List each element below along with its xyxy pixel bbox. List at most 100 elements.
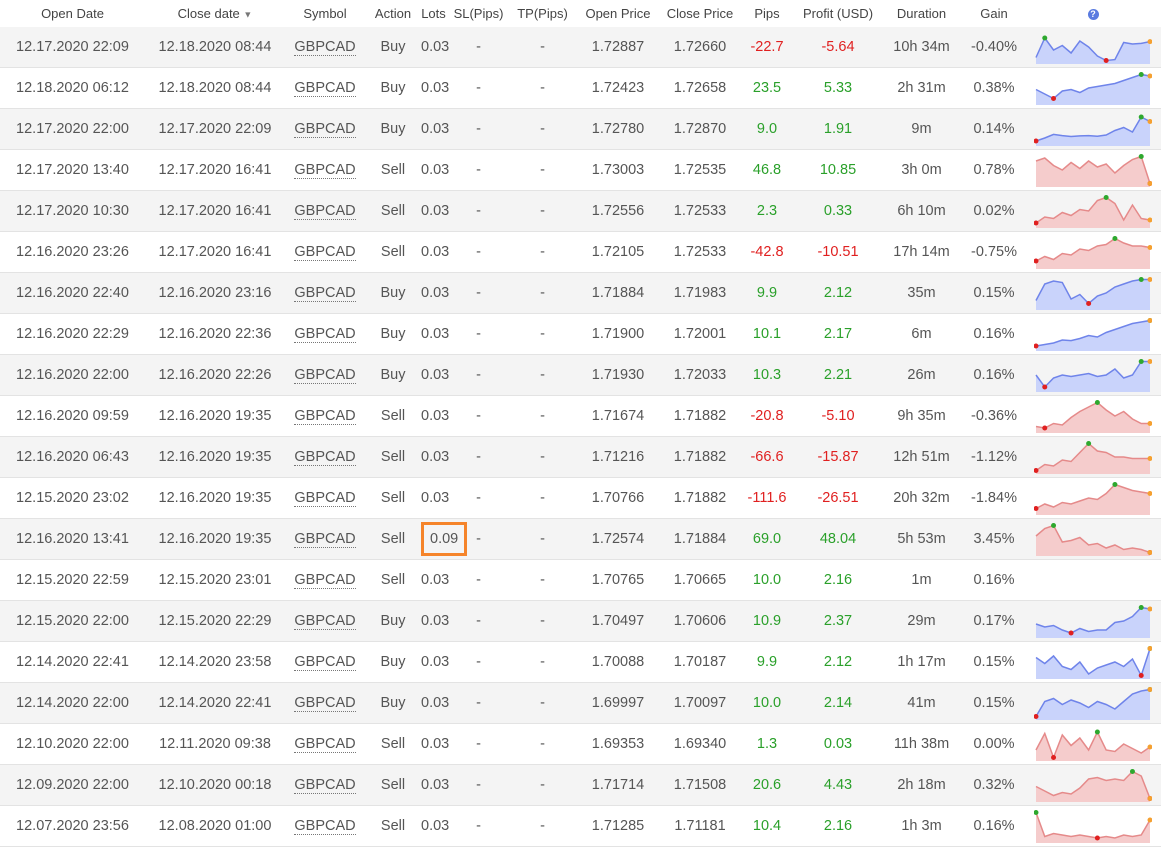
col-pips[interactable]: Pips <box>738 0 796 27</box>
table-row[interactable]: 12.16.2020 13:41 12.16.2020 19:35 GBPCAD Se… <box>0 518 1161 560</box>
profit-cell: 1.91 <box>796 108 880 150</box>
symbol-link[interactable]: GBPCAD <box>294 244 356 261</box>
table-row[interactable]: 12.18.2020 06:12 12.18.2020 08:44 GBPCAD Bu… <box>0 67 1161 109</box>
symbol-link[interactable]: GBPCAD <box>294 490 356 507</box>
close-price-cell: 1.71508 <box>662 764 738 806</box>
col-sl[interactable]: SL(Pips) <box>446 0 511 27</box>
symbol-link[interactable]: GBPCAD <box>294 654 356 671</box>
close-price-cell: 1.70187 <box>662 641 738 683</box>
symbol-link[interactable]: GBPCAD <box>294 408 356 425</box>
sparkline-high-marker <box>1051 523 1057 528</box>
question-circle-icon[interactable]: ? <box>1087 9 1099 21</box>
sparkline-area <box>1036 361 1150 392</box>
table-row[interactable]: 12.14.2020 22:00 12.14.2020 22:41 GBPCAD Bu… <box>0 682 1161 724</box>
lots-value: 0.03 <box>421 818 450 834</box>
table-row[interactable]: 12.17.2020 22:09 12.18.2020 08:44 GBPCAD Bu… <box>0 27 1161 68</box>
open-price-cell: 1.70497 <box>574 600 662 642</box>
col-profit[interactable]: Profit (USD) <box>796 0 880 27</box>
col-close-price[interactable]: Close Price <box>662 0 738 27</box>
gain-cell: 0.38% <box>963 67 1025 109</box>
profit-value: 1.91 <box>823 121 853 137</box>
symbol-link[interactable]: GBPCAD <box>294 736 356 753</box>
symbol-link[interactable]: GBPCAD <box>294 285 356 302</box>
sl-value: - <box>476 203 481 219</box>
table-row[interactable]: 12.15.2020 23:02 12.16.2020 19:35 GBPCAD Se… <box>0 477 1161 519</box>
duration-value: 3h 0m <box>901 162 942 178</box>
symbol-link[interactable]: GBPCAD <box>294 449 356 466</box>
symbol-link[interactable]: GBPCAD <box>294 39 356 56</box>
lots-cell: 0.03 <box>421 805 450 847</box>
profit-value: -5.64 <box>821 39 855 55</box>
trade-history-table: Open Date Close date ▼ Symbol Action Lot… <box>0 0 1161 847</box>
duration-cell: 9m <box>880 108 963 150</box>
lots-value: 0.03 <box>421 408 450 424</box>
action-value: Buy <box>380 654 406 670</box>
table-body: 12.17.2020 22:09 12.18.2020 08:44 GBPCAD Bu… <box>0 27 1161 847</box>
symbol-link[interactable]: GBPCAD <box>294 121 356 138</box>
gain-cell: 0.02% <box>963 190 1025 232</box>
close-price-value: 1.72660 <box>673 39 727 55</box>
symbol-link[interactable]: GBPCAD <box>294 326 356 343</box>
sl-cell: - <box>446 231 511 273</box>
col-open-price[interactable]: Open Price <box>574 0 662 27</box>
sl-cell: - <box>446 805 511 847</box>
profit-value: 2.37 <box>823 613 853 629</box>
tp-value: - <box>540 777 545 793</box>
symbol-link[interactable]: GBPCAD <box>294 367 356 384</box>
tp-value: - <box>540 531 545 547</box>
table-row[interactable]: 12.15.2020 22:59 12.15.2020 23:01 GBPCAD Se… <box>0 559 1161 601</box>
col-action[interactable]: Action <box>365 0 421 27</box>
symbol-link[interactable]: GBPCAD <box>294 818 356 835</box>
table-row[interactable]: 12.17.2020 22:00 12.17.2020 22:09 GBPCAD Bu… <box>0 108 1161 150</box>
table-row[interactable]: 12.07.2020 23:56 12.08.2020 01:00 GBPCAD Se… <box>0 805 1161 847</box>
pips-cell: 23.5 <box>738 67 796 109</box>
table-row[interactable]: 12.17.2020 10:30 12.17.2020 16:41 GBPCAD Se… <box>0 190 1161 232</box>
pips-value: 20.6 <box>752 777 782 793</box>
table-row[interactable]: 12.15.2020 22:00 12.15.2020 22:29 GBPCAD Bu… <box>0 600 1161 642</box>
table-row[interactable]: 12.16.2020 22:29 12.16.2020 22:36 GBPCAD Bu… <box>0 313 1161 355</box>
symbol-cell: GBPCAD <box>285 559 365 601</box>
duration-value: 1m <box>911 572 932 588</box>
close-date-value: 12.17.2020 16:41 <box>158 162 272 178</box>
symbol-link[interactable]: GBPCAD <box>294 531 356 548</box>
duration-value: 2h 18m <box>897 777 946 793</box>
table-row[interactable]: 12.16.2020 06:43 12.16.2020 19:35 GBPCAD Se… <box>0 436 1161 478</box>
open-date-cell: 12.14.2020 22:00 <box>0 682 145 724</box>
tp-cell: - <box>511 231 574 273</box>
col-tp[interactable]: TP(Pips) <box>511 0 574 27</box>
gain-value: 0.15% <box>973 285 1015 301</box>
table-row[interactable]: 12.16.2020 23:26 12.17.2020 16:41 GBPCAD Se… <box>0 231 1161 273</box>
gain-value: 0.78% <box>973 162 1015 178</box>
lots-value-highlighted: 0.09 <box>421 522 468 556</box>
symbol-link[interactable]: GBPCAD <box>294 162 356 179</box>
duration-value: 11h 38m <box>893 736 950 752</box>
table-row[interactable]: 12.16.2020 09:59 12.16.2020 19:35 GBPCAD Se… <box>0 395 1161 437</box>
col-gain-label: Gain <box>980 6 1008 21</box>
symbol-link[interactable]: GBPCAD <box>294 80 356 97</box>
col-duration[interactable]: Duration <box>880 0 963 27</box>
col-lots-label: Lots <box>421 6 446 21</box>
action-cell: Sell <box>365 764 421 806</box>
symbol-link[interactable]: GBPCAD <box>294 777 356 794</box>
table-row[interactable]: 12.16.2020 22:00 12.16.2020 22:26 GBPCAD Bu… <box>0 354 1161 396</box>
col-open-date[interactable]: Open Date <box>0 0 145 27</box>
symbol-link[interactable]: GBPCAD <box>294 203 356 220</box>
table-row[interactable]: 12.09.2020 22:00 12.10.2020 00:18 GBPCAD Se… <box>0 764 1161 806</box>
col-gain[interactable]: Gain <box>963 0 1025 27</box>
symbol-link[interactable]: GBPCAD <box>294 695 356 712</box>
open-date-value: 12.18.2020 06:12 <box>16 80 129 96</box>
col-close-date[interactable]: Close date ▼ <box>145 0 285 27</box>
table-row[interactable]: 12.10.2020 22:00 12.11.2020 09:38 GBPCAD Se… <box>0 723 1161 765</box>
col-symbol[interactable]: Symbol <box>285 0 365 27</box>
gain-value: 0.16% <box>973 572 1015 588</box>
symbol-link[interactable]: GBPCAD <box>294 613 356 630</box>
symbol-link[interactable]: GBPCAD <box>294 572 356 589</box>
table-row[interactable]: 12.16.2020 22:40 12.16.2020 23:16 GBPCAD Bu… <box>0 272 1161 314</box>
sl-value: - <box>476 695 481 711</box>
col-lots[interactable]: Lots <box>421 0 446 27</box>
close-date-value: 12.10.2020 00:18 <box>158 777 272 793</box>
duration-cell: 9h 35m <box>880 395 963 437</box>
table-row[interactable]: 12.14.2020 22:41 12.14.2020 23:58 GBPCAD Bu… <box>0 641 1161 683</box>
table-row[interactable]: 12.17.2020 13:40 12.17.2020 16:41 GBPCAD Se… <box>0 149 1161 191</box>
action-value: Buy <box>380 613 406 629</box>
